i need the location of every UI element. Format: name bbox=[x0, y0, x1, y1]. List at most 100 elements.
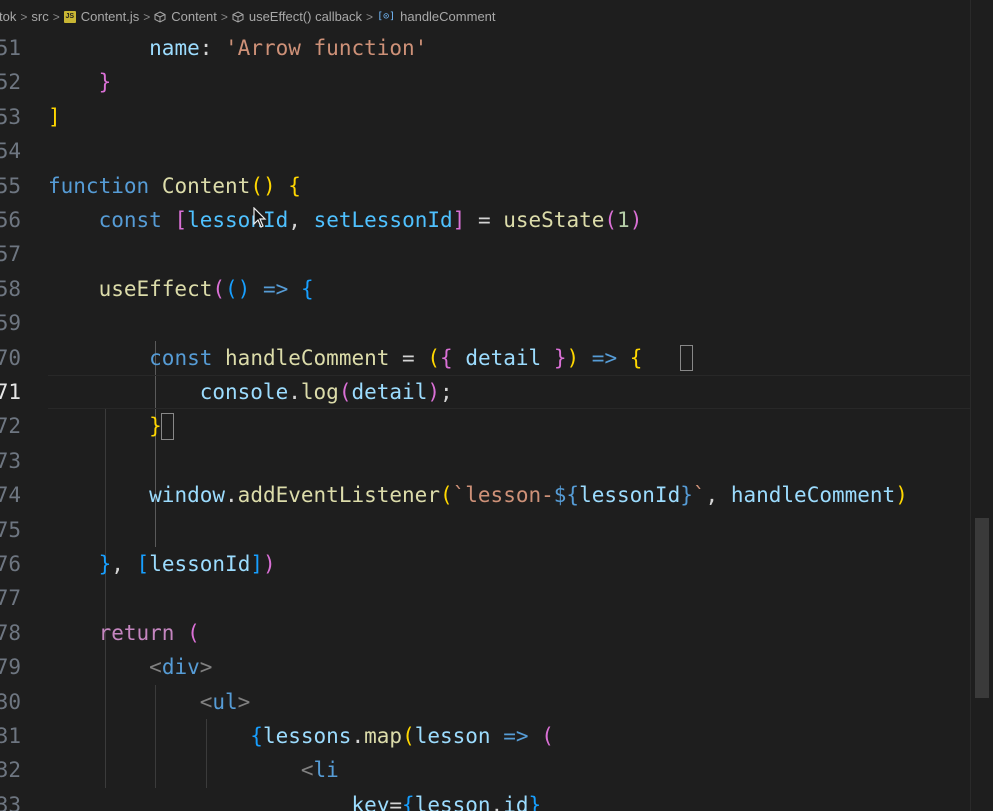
code-line[interactable]: 56 const [lessonId, setLessonId] = useSt… bbox=[0, 203, 993, 237]
code-token: = bbox=[389, 345, 428, 370]
code-token: , bbox=[111, 552, 137, 576]
code-line[interactable]: 78 return ( bbox=[0, 616, 993, 650]
code-line[interactable]: 76 }, [lessonId]) bbox=[0, 547, 993, 581]
code-text: useEffect(() => { bbox=[48, 272, 314, 306]
code-token: 1 bbox=[617, 208, 630, 232]
code-line[interactable]: 51 name: 'Arrow function' bbox=[0, 33, 993, 65]
breadcrumb-item[interactable]: src bbox=[31, 9, 48, 24]
code-token: } bbox=[528, 792, 542, 811]
code-token: ( bbox=[338, 380, 352, 404]
matching-bracket-highlight bbox=[679, 344, 694, 371]
code-token: = bbox=[465, 208, 504, 232]
code-token: lesson bbox=[414, 724, 491, 748]
symbol-cube-icon bbox=[154, 10, 166, 23]
code-token: , bbox=[288, 208, 314, 232]
breadcrumb-item[interactable]: JS Content.js bbox=[63, 9, 140, 24]
code-token: const bbox=[98, 208, 162, 232]
code-line[interactable]: 53] bbox=[0, 100, 993, 134]
breadcrumb-item[interactable]: [⊙] handleComment bbox=[377, 9, 495, 24]
code-line[interactable]: 79 <div> bbox=[0, 650, 993, 684]
code-token: () bbox=[225, 276, 251, 301]
line-number: 79 bbox=[0, 655, 21, 680]
code-line[interactable]: 55 function Content() { bbox=[0, 169, 993, 203]
code-token: : bbox=[199, 36, 226, 60]
code-line[interactable]: 30 <ul> bbox=[0, 685, 993, 719]
code-line[interactable]: 59 bbox=[0, 306, 993, 340]
code-token: < bbox=[300, 758, 314, 783]
code-line[interactable]: 57 bbox=[0, 237, 993, 271]
breadcrumb-separator: > bbox=[20, 9, 28, 24]
code-text: return ( bbox=[48, 616, 200, 650]
code-line[interactable]: 72 } bbox=[0, 409, 993, 443]
breadcrumb-item[interactable]: Content bbox=[154, 9, 217, 24]
line-number: 78 bbox=[0, 620, 21, 645]
code-line[interactable]: 77 bbox=[0, 581, 993, 615]
line-number: 77 bbox=[0, 586, 21, 611]
code-token: ) bbox=[895, 483, 908, 508]
code-editor[interactable]: 51 name: 'Arrow function' 52 } 53] 54 55 func… bbox=[0, 33, 993, 811]
code-line[interactable]: 70 const handleComment = ({ detail }) =>… bbox=[0, 341, 993, 375]
code-token: { bbox=[250, 724, 263, 748]
code-token: ) bbox=[263, 552, 276, 576]
line-number: 59 bbox=[0, 311, 21, 336]
code-line[interactable]: 75 bbox=[0, 513, 993, 547]
breadcrumb-label: Content.js bbox=[80, 9, 140, 24]
breadcrumb-item[interactable]: tok bbox=[0, 9, 16, 24]
code-token: ` bbox=[692, 483, 706, 508]
code-token: div bbox=[161, 655, 200, 680]
code-token: { bbox=[629, 345, 643, 370]
code-line[interactable]: 31 {lessons.map(lesson => ( bbox=[0, 719, 993, 753]
breadcrumb-label: useEffect() callback bbox=[248, 9, 363, 24]
code-line[interactable]: 73 bbox=[0, 444, 993, 478]
code-token: detail bbox=[465, 345, 542, 370]
code-token: addEventListener bbox=[237, 483, 440, 508]
code-token: lessons bbox=[262, 724, 352, 748]
line-number: 30 bbox=[0, 689, 21, 714]
code-line[interactable]: 71 console.log(detail); bbox=[0, 375, 993, 409]
code-line[interactable]: 58 useEffect(() => { bbox=[0, 272, 993, 306]
code-text: const handleComment = ({ detail }) => { bbox=[48, 341, 642, 375]
line-number: 33 bbox=[0, 792, 21, 811]
code-text: <div> bbox=[48, 650, 212, 684]
breadcrumb-item[interactable]: useEffect() callback bbox=[232, 9, 362, 24]
code-text: }, [lessonId]) bbox=[48, 547, 276, 581]
code-line[interactable]: 33 key={lesson.id} bbox=[0, 788, 993, 811]
code-token: key bbox=[351, 792, 390, 811]
code-token: = bbox=[389, 792, 403, 811]
code-token: detail bbox=[351, 380, 428, 404]
code-token: ( bbox=[187, 620, 200, 645]
code-token: } bbox=[98, 70, 112, 95]
code-token: } bbox=[680, 483, 693, 508]
js-file-icon: JS bbox=[63, 10, 76, 23]
mouse-cursor-icon bbox=[253, 207, 267, 228]
breadcrumb-label: handleComment bbox=[400, 9, 496, 24]
line-number: 72 bbox=[0, 414, 21, 439]
code-token: `lesson- bbox=[452, 483, 554, 508]
code-token: > bbox=[237, 689, 251, 714]
code-token: ( bbox=[439, 483, 453, 508]
code-token: lessonId bbox=[187, 208, 289, 232]
code-line[interactable]: 52 } bbox=[0, 65, 993, 99]
line-number: 71 bbox=[0, 380, 21, 404]
code-token: name bbox=[149, 36, 200, 60]
code-line[interactable]: 74 window.addEventListener(`lesson-${les… bbox=[0, 478, 993, 512]
code-line[interactable]: 54 bbox=[0, 134, 993, 168]
code-line[interactable]: 32 <li bbox=[0, 753, 993, 787]
vertical-scrollbar-thumb[interactable] bbox=[975, 518, 989, 698]
code-text: name: 'Arrow function' bbox=[48, 33, 427, 65]
code-token: ) bbox=[566, 345, 580, 370]
code-text: } bbox=[48, 65, 112, 99]
code-token: useState bbox=[503, 208, 605, 232]
code-token: ( bbox=[427, 345, 440, 370]
code-token: ( bbox=[402, 724, 415, 748]
code-token: () bbox=[250, 173, 276, 198]
